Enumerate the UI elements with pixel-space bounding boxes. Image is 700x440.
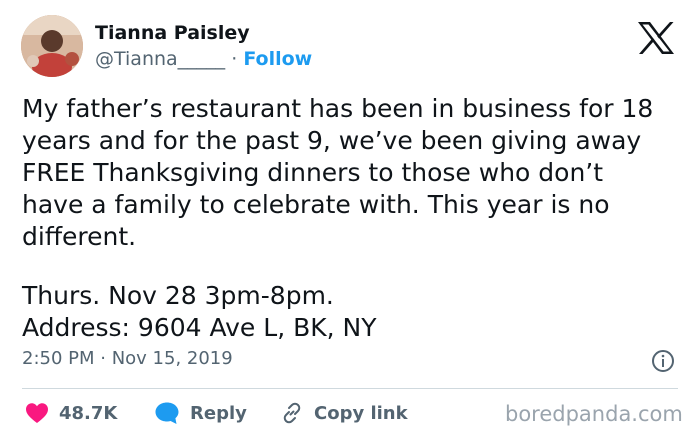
tweet-event-details: Thurs. Nov 28 3pm-8pm. Address: 9604 Ave… <box>22 281 377 342</box>
info-icon[interactable] <box>651 349 675 373</box>
divider <box>22 388 678 389</box>
tweet-card: Tianna Paisley @Tianna_____ · Follow My … <box>0 0 700 440</box>
avatar[interactable] <box>21 15 83 77</box>
link-icon <box>283 402 301 424</box>
tweet-timestamp[interactable]: 2:50 PM · Nov 15, 2019 <box>22 348 233 369</box>
reply-bubble-icon <box>155 402 179 424</box>
reply-button[interactable]: Reply <box>154 398 247 428</box>
copy-link-label: Copy link <box>314 402 408 424</box>
separator-dot: · <box>231 48 238 70</box>
author-handle[interactable]: @Tianna_____ <box>95 48 225 70</box>
copy-link-button[interactable]: Copy link <box>280 398 408 428</box>
like-count: 48.7K <box>59 402 118 424</box>
x-logo-icon[interactable] <box>636 20 676 56</box>
tweet-text: My father’s restaurant has been in busin… <box>22 94 654 251</box>
like-button[interactable]: 48.7K <box>25 398 117 428</box>
author-handle-row: @Tianna_____ · Follow <box>95 48 312 70</box>
avatar-image <box>21 15 83 77</box>
follow-button[interactable]: Follow <box>243 48 312 70</box>
heart-icon <box>26 403 48 423</box>
watermark: boredpanda.com <box>505 402 683 426</box>
author-name[interactable]: Tianna Paisley <box>95 22 250 44</box>
reply-label: Reply <box>190 402 247 424</box>
